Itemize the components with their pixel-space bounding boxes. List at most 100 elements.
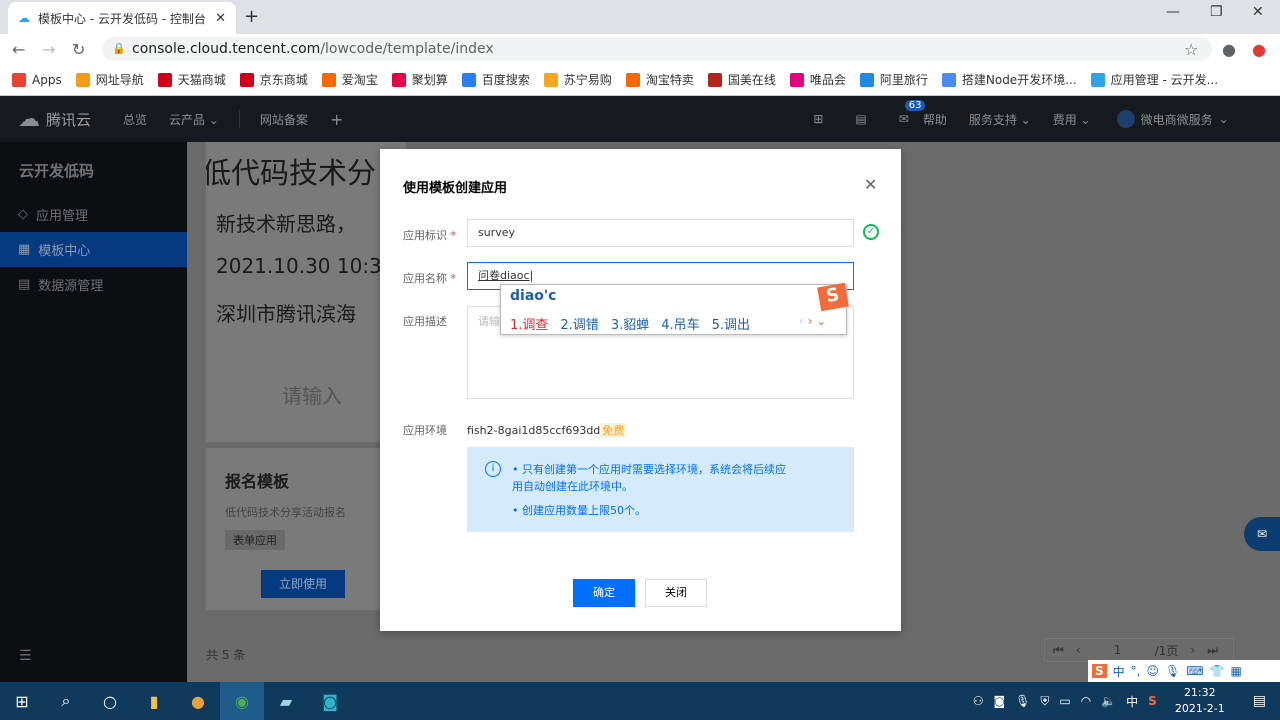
next-page-icon[interactable]: › [1190,643,1195,657]
first-page-icon[interactable]: ⏮ [1053,643,1064,658]
notification-icon[interactable]: ▤ [1253,693,1266,709]
wifi-icon[interactable]: ◠ [1081,694,1091,708]
bookmark-item[interactable]: 应用管理 - 云开发... [1090,71,1218,88]
security-icon[interactable]: ⛨ [1040,694,1049,709]
volume-icon[interactable]: 🔈 [1101,694,1116,708]
mic-icon[interactable]: 🎙 [1165,664,1180,678]
document-icon[interactable]: ▤ [855,112,866,126]
skin-icon[interactable]: 👕 [1210,664,1225,678]
confirm-button[interactable]: 确定 [573,579,635,607]
browser-tab[interactable]: ☁ 模板中心 - 云开发低码 - 控制台 ✕ [8,2,236,34]
bookmark-icon [12,72,26,87]
bookmark-item[interactable]: 苏宁易购 [543,71,612,88]
logo-text: 腾讯云 [46,110,92,129]
bookmark-item[interactable]: Apps [12,72,62,87]
close-tab-icon[interactable]: ✕ [215,11,226,26]
bookmark-icon [1090,72,1105,87]
nav-service[interactable]: 服务支持 ⌄ [969,111,1031,128]
ime-candidate[interactable]: 5.调出 [712,314,750,333]
use-template-button[interactable]: 立即使用 [261,570,345,598]
nav-fee[interactable]: 费用 ⌄ [1053,111,1091,128]
cortana-icon[interactable]: ○ [88,682,132,720]
start-icon[interactable]: ⊞ [0,682,44,720]
nav-icp[interactable]: 网站备案 [260,111,308,128]
forward-icon[interactable]: → [42,40,55,59]
bookmark-icon [239,72,254,87]
reload-icon[interactable]: ↻ [72,40,85,59]
star-icon[interactable]: ☆ [1184,40,1198,59]
nav-overview[interactable]: 总览 [123,111,147,128]
env-label: 应用环境 [403,424,447,437]
recorder-tray-icon[interactable]: ◙ [993,694,1005,708]
mic-tray-icon[interactable]: 🎙 [1015,694,1030,708]
nav-help[interactable]: 帮助 [923,111,947,128]
recorder-icon[interactable]: ◙ [308,682,352,720]
profile-icon[interactable]: ● [1222,40,1236,59]
close-icon[interactable]: ✕ [864,175,877,194]
ime-prev-icon[interactable]: ‹ › ⌄ [799,314,826,328]
sidebar-item-templates[interactable]: ▦ 模板中心 [0,232,187,267]
bookmark-icon [859,72,874,87]
bookmark-item[interactable]: 淘宝特卖 [625,71,694,88]
bookmark-item[interactable]: 京东商城 [239,71,308,88]
bookmark-item[interactable]: 百度搜索 [461,71,530,88]
page-input[interactable]: 1 [1093,643,1143,657]
layers-icon: ◇ [18,207,28,222]
sogou-icon[interactable]: S [1092,664,1107,678]
close-button[interactable]: 关闭 [645,579,707,607]
nav-products[interactable]: 云产品 ⌄ [169,111,219,128]
people-icon[interactable]: ⚇ [973,694,984,708]
collapse-icon[interactable]: ☰ [19,648,32,664]
ime-candidate[interactable]: 1.调查 [510,314,548,333]
search-icon[interactable]: ⌕ [44,682,88,720]
sidebar-title: 云开发低码 [19,162,95,180]
back-icon[interactable]: ← [12,40,25,59]
app-id-input[interactable]: survey [467,219,854,247]
notes-app-icon[interactable]: ▰ [264,682,308,720]
lock-icon: 🔒 [112,42,126,55]
sidebar-item-datasource[interactable]: ▤ 数据源管理 [0,267,187,302]
bookmark-icon [941,72,956,87]
clock[interactable]: 21:32 2021-2-1 [1175,685,1225,717]
bookmark-item[interactable]: 国美在线 [707,71,776,88]
close-window-button[interactable]: ✕ [1252,4,1264,20]
bookmark-item[interactable]: 阿里旅行 [859,71,928,88]
ime-candidate[interactable]: 4.吊车 [661,314,699,333]
add-icon[interactable]: + [330,110,343,129]
id-label: 应用标识 * [403,229,456,242]
grid-icon: ▦ [18,242,31,257]
emoji-icon[interactable]: ☺ [1147,664,1160,678]
keyboard-icon[interactable]: ⌨ [1186,664,1203,678]
chat-icon[interactable]: ✉ [1244,517,1280,551]
last-page-icon[interactable]: ⏭ [1207,643,1218,658]
chrome-icon[interactable]: ◉ [220,682,264,720]
account-menu[interactable]: 微电商微服务 ⌄ [1116,110,1229,128]
bookmark-item[interactable]: 聚划算 [391,71,448,88]
ime-candidate[interactable]: 3.貂蝉 [611,314,649,333]
bookmark-icon [157,72,172,87]
sidebar-item-apps[interactable]: ◇ 应用管理 [0,197,187,232]
lang-indicator[interactable]: 中 [1126,693,1138,710]
bookmark-item[interactable]: 唯品会 [789,71,846,88]
cloud-icon: ☁ [18,11,30,25]
qrcode-icon[interactable]: ⊞ [813,112,823,126]
prev-page-icon[interactable]: ‹ [1076,643,1081,657]
minimize-button[interactable]: — [1166,4,1180,20]
file-explorer-icon[interactable]: ▮ [132,682,176,720]
extension-icon[interactable]: ● [1252,40,1266,59]
new-tab-button[interactable]: + [244,6,259,27]
url-input[interactable]: 🔒 console.cloud.tencent.com/lowcode/templ… [102,37,1212,61]
address-bar: ← → ↻ 🔒 console.cloud.tencent.com/lowcode… [0,34,1280,64]
sogou-tray-icon[interactable]: S [1148,694,1157,708]
mail-icon[interactable]: ✉ 63 [899,100,926,126]
app-colorful-icon[interactable]: ● [176,682,220,720]
ime-candidate[interactable]: 2.调错 [560,314,598,333]
menu-icon[interactable]: ▦ [1231,664,1242,678]
bookmark-item[interactable]: 网址导航 [75,71,144,88]
bookmark-item[interactable]: 搭建Node开发环境... [941,71,1077,88]
maximize-button[interactable]: ❐ [1210,4,1223,20]
ime-lang-toggle[interactable]: 中 [1113,663,1125,680]
bookmark-item[interactable]: 天猫商城 [157,71,226,88]
battery-icon[interactable]: ▭ [1059,694,1070,708]
bookmark-item[interactable]: 爱淘宝 [321,71,378,88]
